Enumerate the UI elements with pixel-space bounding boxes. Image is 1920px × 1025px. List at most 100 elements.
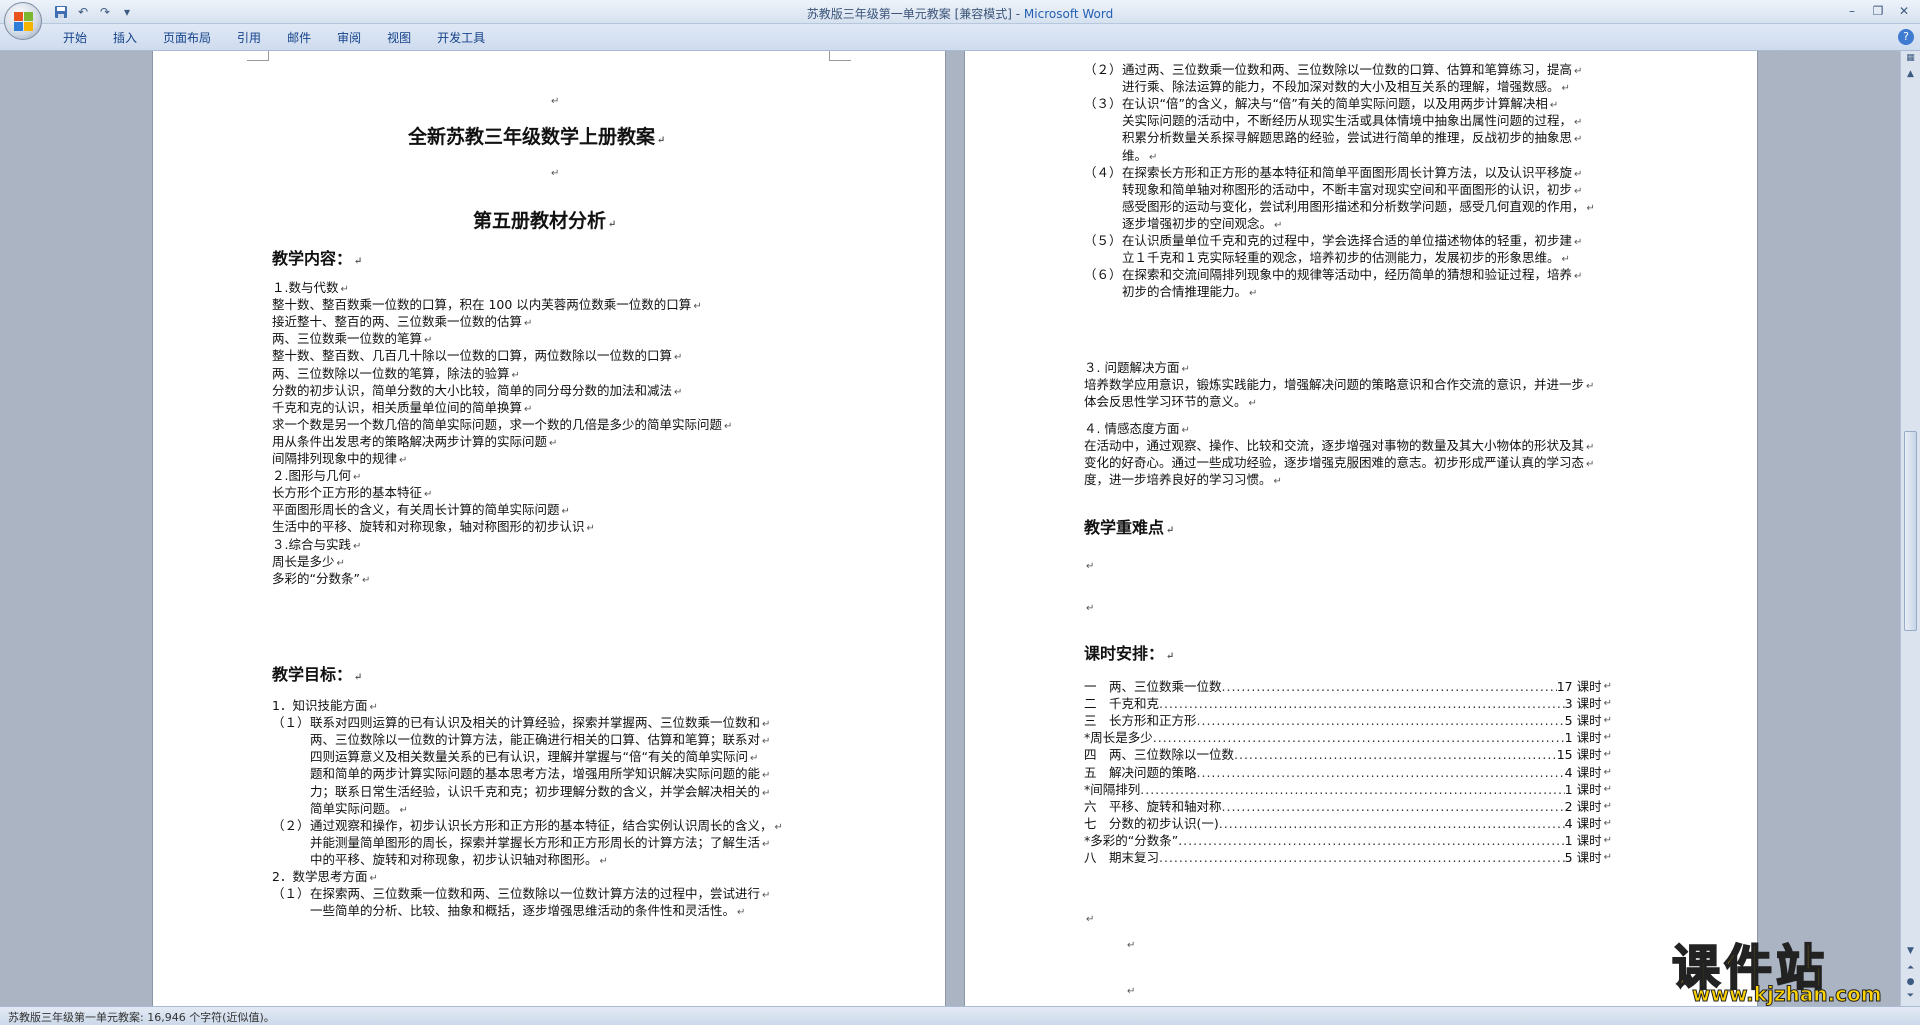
dot-leader: ........................................… — [1178, 832, 1565, 848]
tab-references[interactable]: 引用 — [224, 29, 274, 47]
line-text: 通过两、三位数乘一位数和两、三位数除以一位数的口算、估算和笔算练习，提高 — [1122, 62, 1573, 77]
line-text: 整十数、整百数乘一位数的口算，积在 100 以内芙蓉两位数乘一位数的口算 — [272, 297, 692, 313]
help-icon[interactable]: ? — [1898, 29, 1914, 45]
empty-paragraph: ↵ — [551, 168, 560, 179]
tab-developer[interactable]: 开发工具 — [424, 29, 498, 47]
tab-mailings[interactable]: 邮件 — [274, 29, 324, 47]
line-text: 题和简单的两步计算实际问题的基本思考方法，增强用所学知识解决实际问题的能 — [310, 766, 761, 782]
undo-icon[interactable]: ↶ — [74, 3, 92, 21]
line-text: 长方形个正方形的基本特征 — [272, 485, 423, 501]
schedule-row: 二 千克和克..................................… — [1084, 696, 1612, 712]
document-page-2[interactable]: （２）通过两、三位数乘一位数和两、三位数除以一位数的口算、估算和笔算练习，提高 ↵… — [964, 51, 1758, 1006]
section-heading: 课时安排： ↵ — [1084, 644, 1175, 663]
customize-toolbar-icon[interactable]: ▾ — [118, 3, 136, 21]
quick-access-toolbar: ↶ ↷ ▾ — [52, 3, 136, 21]
schedule-unit: 六 平移、旋转和轴对称 — [1084, 798, 1222, 814]
ribbon-tab-bar: 开始 插入 页面布局 引用 邮件 审阅 视图 开发工具 ? — [0, 24, 1920, 51]
line-text: 在探索和交流间隔排列现象中的规律等活动中，经历简单的猜想和验证过程，培养 — [1122, 267, 1573, 283]
line-text: 在探索长方形和正方形的基本特征和简单平面图形周长计算方法，以及认识平移旋 — [1122, 164, 1573, 180]
save-icon[interactable] — [52, 3, 70, 21]
line-text: 感受图形的运动与变化，尝试利用图形描述和分析数学问题，感受几何直观的作用， — [1122, 198, 1585, 214]
line-text: 变化的好奇心。通过一些成功经验，逐步增强克服困难的意志。初步形成严谨认真的学习态 — [1084, 455, 1585, 471]
line-text: 生活中的平移、旋转和对称现象，轴对称图形的初步认识 — [272, 519, 585, 535]
line-text: 并能测量简单图形的周长，探索并掌握长方形和正方形周长的计算方法；了解生活 — [310, 834, 761, 850]
schedule-hours: 1 课时 — [1564, 832, 1602, 848]
empty-paragraph: ↵ — [1086, 603, 1095, 614]
line-text: 在认识质量单位千克和克的过程中，学会选择合适的单位描述物体的轻重，初步建 — [1122, 233, 1573, 248]
schedule-hours: 15 课时 — [1556, 747, 1602, 763]
section-heading: 教学目标： ↵ — [272, 665, 363, 684]
minimize-icon[interactable]: – — [1840, 2, 1864, 20]
schedule-unit: 五 解决问题的策略 — [1084, 764, 1197, 780]
scroll-up-icon[interactable]: ▲ — [1903, 69, 1918, 83]
list-number: （１） — [272, 715, 310, 731]
line-text: 求一个数是另一个数几倍的简单实际问题，求一个数的几倍是多少的简单实际问题 — [272, 416, 723, 432]
schedule-row: 五 解决问题的策略...............................… — [1084, 764, 1612, 780]
line-text: 接近整十、整百的两、三位数乘一位数的估算 — [272, 314, 523, 330]
document-title-heading: 全新苏教三年级数学上册教案 ↵ — [408, 126, 666, 148]
dot-leader: ........................................… — [1218, 815, 1565, 831]
schedule-unit: 七 分数的初步认识(一) — [1084, 815, 1219, 831]
paragraph-line: 初步的合情推理能力。 ↵ — [1122, 284, 1258, 300]
line-text: 整十数、整百数、几百几十除以一位数的口算，两位数除以一位数的口算 — [272, 348, 673, 364]
line-text: 分数的初步认识，简单分数的大小比较，简单的同分母分数的加法和减法 — [272, 382, 673, 398]
word-count-status[interactable]: 苏教版三年级第一单元教案: 16,946 个字符(近似值)。 — [8, 1009, 275, 1025]
paragraph-line: 一些简单的分析、比较、抽象和概括，逐步增强思维活动的条件性和灵活性。 ↵ — [310, 903, 746, 919]
schedule-row: 一 两、三位数乘一位数.............................… — [1084, 679, 1612, 694]
line-text: 维。 — [1122, 147, 1148, 163]
empty-paragraph: ↵ — [551, 96, 560, 107]
empty-paragraph: ↵ — [1127, 940, 1136, 951]
schedule-unit: *间隔排列 — [1084, 781, 1141, 797]
line-text: 度，进一步培养良好的学习习惯。 — [1084, 472, 1272, 488]
crop-mark — [829, 51, 851, 61]
tab-home[interactable]: 开始 — [50, 29, 100, 47]
line-text: 千克和克的认识，相关质量单位间的简单换算 — [272, 399, 523, 415]
status-bar: 苏教版三年级第一单元教案: 16,946 个字符(近似值)。 — [0, 1006, 1920, 1025]
vertical-scrollbar[interactable]: ▦ ▲ ▼ ⏶ ● ⏷ — [1900, 51, 1920, 1006]
tab-insert[interactable]: 插入 — [100, 29, 150, 47]
section-heading: 教学内容： ↵ — [272, 249, 363, 268]
maximize-icon[interactable]: ❐ — [1866, 2, 1890, 20]
line-text: 中的平移、旋转和对称现象，初步认识轴对称图形。 — [310, 851, 598, 867]
schedule-row: 六 平移、旋转和轴对称.............................… — [1084, 798, 1612, 814]
schedule-hours: 2 课时 — [1564, 798, 1602, 814]
line-text: 在活动中，通过观察、操作、比较和交流，逐步增强对事物的数量及其大小物体的形状及其 — [1084, 438, 1585, 453]
line-text: 一些简单的分析、比较、抽象和概括，逐步增强思维活动的条件性和灵活性。 — [310, 903, 736, 919]
schedule-unit: *周长是多少 — [1084, 730, 1153, 746]
office-button[interactable] — [4, 2, 42, 40]
window-title: 苏教版三年级第一单元教案 [兼容模式] - Microsoft Word — [0, 5, 1920, 22]
schedule-row: 三 长方形和正方形...............................… — [1084, 713, 1612, 729]
line-text: 2．数学思考方面 — [272, 869, 368, 884]
document-workspace: ↵ 全新苏教三年级数学上册教案 ↵ ↵ 第五册教材分析 ↵ 教学内容： ↵ １.数与代… — [0, 51, 1900, 1006]
line-text: 立１千克和１克实际轻重的观念，培养初步的估测能力，发展初步的形象思维。 — [1122, 250, 1560, 266]
empty-paragraph: ↵ — [1086, 561, 1095, 572]
schedule-row: 四 两、三位数除以一位数............................… — [1084, 747, 1612, 763]
dot-leader: ........................................… — [1159, 850, 1565, 865]
redo-icon[interactable]: ↷ — [96, 3, 114, 21]
dot-leader: ........................................… — [1221, 798, 1565, 814]
line-text: 进行乘、除法运算的能力，不段加深对数的大小及相互关系的理解，增强数感。 — [1122, 79, 1560, 95]
list-number: （２） — [1084, 62, 1122, 77]
schedule-hours: 3 课时 — [1564, 696, 1602, 712]
document-page-1[interactable]: ↵ 全新苏教三年级数学上册教案 ↵ ↵ 第五册教材分析 ↵ 教学内容： ↵ １.数与代… — [152, 51, 946, 1006]
tab-view[interactable]: 视图 — [374, 29, 424, 47]
schedule-row: *间隔排列...................................… — [1084, 781, 1612, 797]
dot-leader: ........................................… — [1196, 713, 1565, 729]
schedule-row: *多彩的“分数条”...............................… — [1084, 832, 1612, 848]
schedule-row: 八 期末复习..................................… — [1084, 850, 1612, 865]
close-icon[interactable]: ✕ — [1892, 2, 1916, 20]
paragraph-line: 体会反思性学习环节的意义。 ↵ — [1084, 394, 1257, 410]
scrollbar-thumb[interactable] — [1904, 431, 1917, 631]
line-text: 多彩的“分数条” — [272, 570, 360, 586]
line-text: 培养数学应用意识，锻炼实践能力，增强解决问题的策略意识和合作交流的意识，并进一步 — [1084, 377, 1585, 392]
line-text: １.数与代数 — [272, 280, 339, 295]
line-text: ３.综合与实践 — [272, 536, 351, 552]
line-text: 在认识“倍”的含义，解决与“倍”有关的简单实际问题，以及用两步计算解决相 — [1122, 96, 1548, 112]
dot-leader: ........................................… — [1140, 781, 1564, 797]
tab-page-layout[interactable]: 页面布局 — [150, 29, 224, 47]
tab-review[interactable]: 审阅 — [324, 29, 374, 47]
schedule-unit: 二 千克和克 — [1084, 696, 1160, 712]
window-controls: – ❐ ✕ — [1840, 2, 1916, 20]
ruler-toggle-icon[interactable]: ▦ — [1903, 53, 1918, 67]
line-text: 简单实际问题。 — [310, 800, 398, 816]
